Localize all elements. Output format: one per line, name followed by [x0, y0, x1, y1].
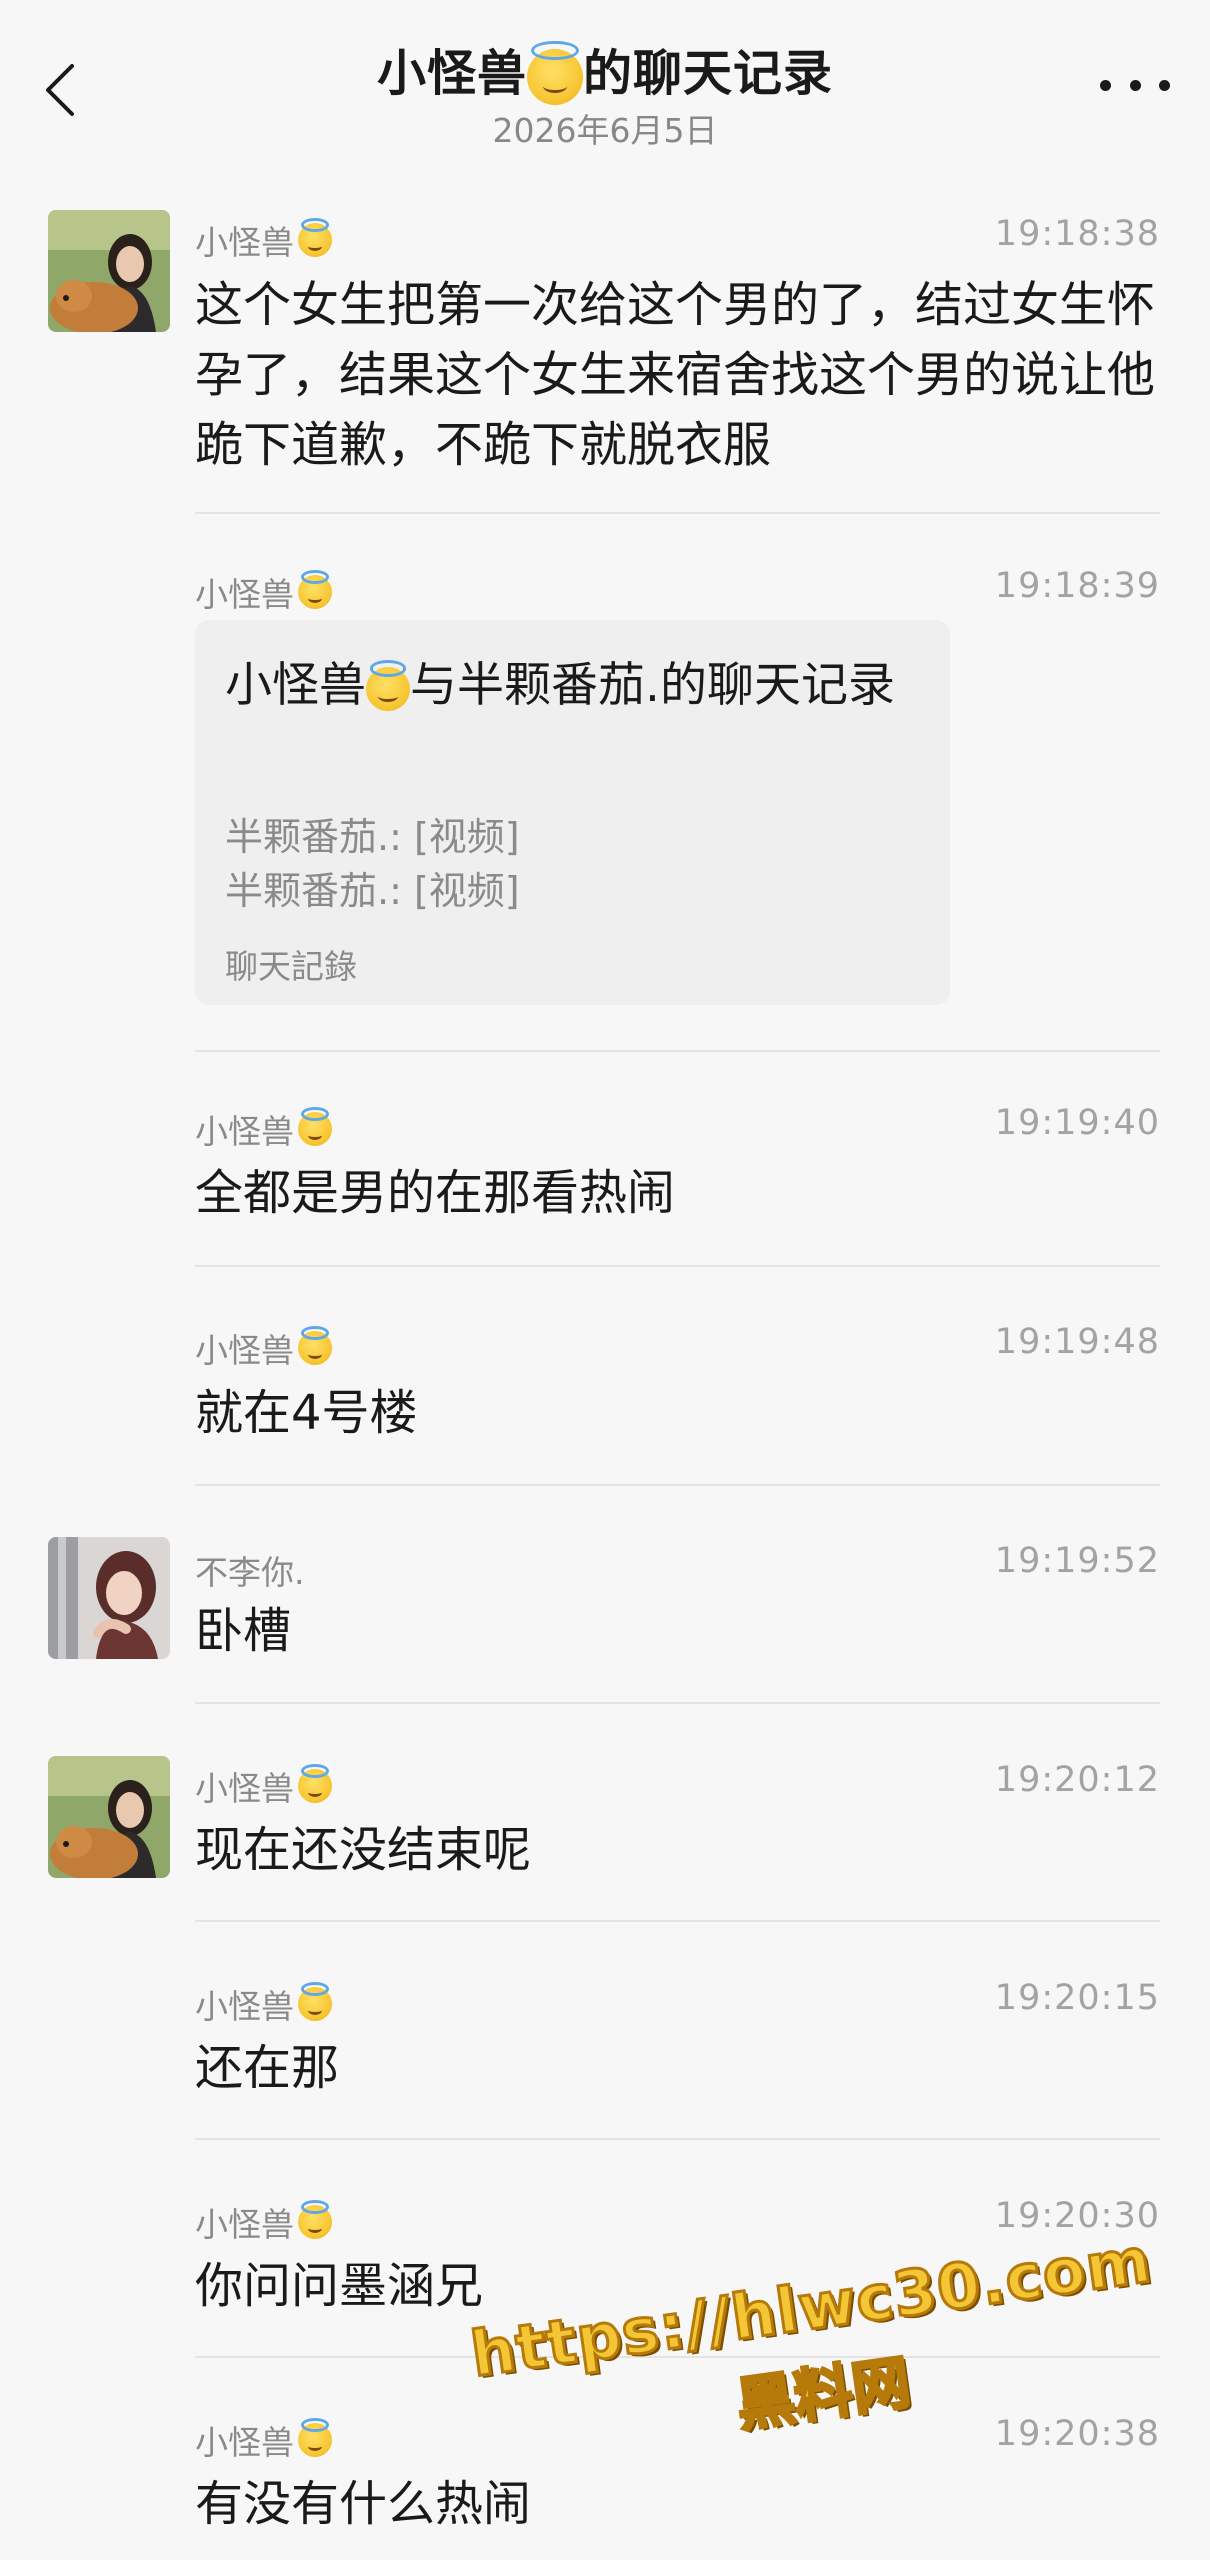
divider [195, 1920, 1160, 1922]
divider [195, 1484, 1160, 1486]
message-time: 19:19:48 [994, 1322, 1160, 1362]
chat-record-line: 半颗番茄.: [视频] [225, 869, 520, 913]
divider [195, 1702, 1160, 1704]
message-time: 19:18:38 [994, 214, 1160, 254]
chat-record-line: 半颗番茄.: [视频] [225, 815, 520, 859]
sender-name: 小怪兽 [195, 2416, 332, 2464]
message-time: 19:19:40 [994, 1103, 1160, 1143]
sender-label: 小怪兽 [195, 2423, 294, 2462]
page-date: 2026年6月5日 [492, 111, 718, 150]
message-text[interactable]: 卧槽 [195, 1596, 1160, 1666]
divider [195, 512, 1160, 514]
sender-label: 小怪兽 [195, 1769, 294, 1808]
message-text[interactable]: 还在那 [195, 2033, 1160, 2103]
message-text[interactable]: 现在还没结束呢 [195, 1815, 1160, 1885]
page-title: 小怪兽 的聊天记录 [0, 34, 1210, 105]
chat-record-title: 小怪兽 与半颗番茄.的聊天记录 [225, 650, 915, 722]
angel-emoji-icon [298, 218, 332, 257]
chat-record-card[interactable]: 小怪兽 与半颗番茄.的聊天记录 半颗番茄.: [视频] 半颗番茄.: [视频] 聊… [195, 620, 950, 1005]
sender-label: 小怪兽 [195, 2205, 294, 2244]
sender-name: 小怪兽 [195, 568, 332, 616]
message-time: 19:18:39 [994, 566, 1160, 606]
sender-label: 小怪兽 [195, 1112, 294, 1151]
page-title-suffix: 的聊天记录 [583, 45, 834, 102]
avatar-image [48, 210, 170, 332]
angel-emoji-icon [298, 570, 332, 609]
avatar-image [48, 1537, 170, 1659]
angel-emoji-icon [527, 40, 583, 105]
message-time: 19:20:15 [994, 1978, 1160, 2018]
sender-name: 不李你. [195, 1546, 305, 1594]
message-time: 19:19:52 [994, 1541, 1160, 1581]
girl-portrait-avatar[interactable] [48, 1537, 170, 1659]
sender-name: 小怪兽 [195, 1105, 332, 1153]
sender-label: 不李你. [195, 1553, 305, 1592]
angel-emoji-icon [366, 660, 410, 711]
sender-name: 小怪兽 [195, 216, 332, 264]
angel-emoji-icon [298, 1982, 332, 2021]
top-bar: 小怪兽 的聊天记录 2026年6月5日 [0, 0, 1210, 170]
chat-record-title-b: 与半颗番茄.的聊天记录 [410, 658, 895, 713]
angel-emoji-icon [298, 1107, 332, 1146]
sender-label: 小怪兽 [195, 223, 294, 262]
girl-with-dog-avatar[interactable] [48, 1756, 170, 1878]
angel-emoji-icon [298, 2200, 332, 2239]
message-time: 19:20:12 [994, 1760, 1160, 1800]
angel-emoji-icon [298, 1764, 332, 1803]
chat-record-footer: 聊天記錄 [225, 947, 357, 986]
sender-label: 小怪兽 [195, 1987, 294, 2026]
chat-record-title-a: 小怪兽 [225, 658, 366, 713]
more-dot [1129, 79, 1141, 91]
message-text[interactable]: 就在4号楼 [195, 1378, 1160, 1448]
sender-name: 小怪兽 [195, 1324, 332, 1372]
message-text[interactable]: 这个女生把第一次给这个男的了，结过女生怀孕了，结果这个女生来宿舍找这个男的说让他… [195, 270, 1160, 480]
divider [195, 1050, 1160, 1052]
avatar-image [48, 1756, 170, 1878]
divider [195, 1265, 1160, 1267]
sender-name: 小怪兽 [195, 1980, 332, 2028]
sender-label: 小怪兽 [195, 575, 294, 614]
more-dot [1159, 79, 1170, 91]
sender-name: 小怪兽 [195, 1762, 332, 1810]
page-title-name: 小怪兽 [376, 45, 527, 102]
sender-name: 小怪兽 [195, 2198, 332, 2246]
message-text[interactable]: 全都是男的在那看热闹 [195, 1158, 1160, 1228]
sender-label: 小怪兽 [195, 1331, 294, 1370]
more-button[interactable] [1100, 60, 1170, 110]
more-dots-icon [1100, 79, 1111, 91]
angel-emoji-icon [298, 2418, 332, 2457]
angel-emoji-icon [298, 1326, 332, 1365]
divider [195, 2138, 1160, 2140]
girl-with-dog-avatar[interactable] [48, 210, 170, 332]
